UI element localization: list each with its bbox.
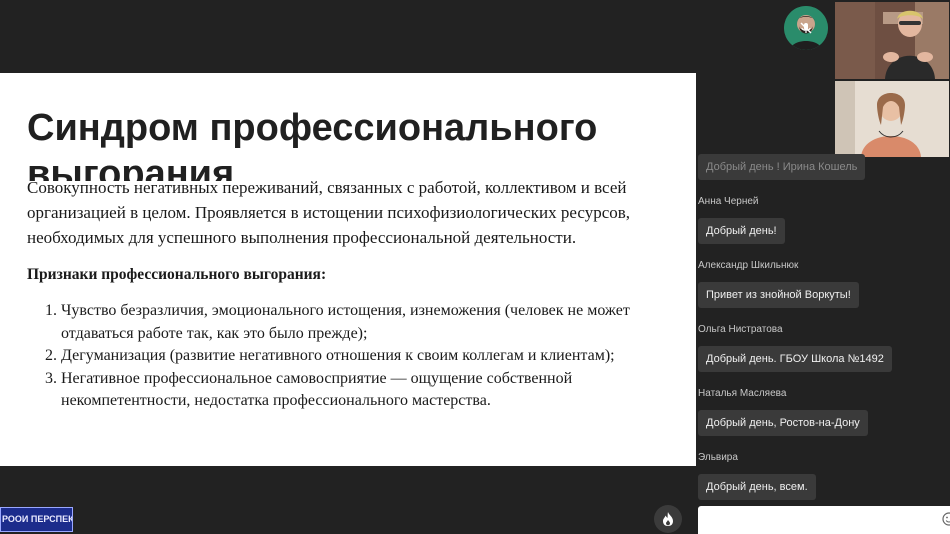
message-sender: Ольга Нистратова (698, 324, 783, 335)
message-sender: Наталья Масляева (698, 388, 787, 399)
message-bubble: Добрый день, Ростов-на-Дону (698, 410, 868, 436)
message-bubble: Добрый день. ГБОУ Школа №1492 (698, 346, 892, 372)
chat-message: Эльвира Добрый день, всем. (698, 452, 816, 500)
chat-message: Добрый день ! Ирина Кошель (698, 154, 866, 180)
signs-list: Чувство безразличия, эмоционального исто… (27, 300, 677, 413)
chat-message-input[interactable] (698, 506, 928, 534)
participant-video-2[interactable] (835, 81, 949, 157)
chat-panel[interactable]: Добрый день ! Ирина Кошель Анна Черней Д… (698, 150, 950, 502)
presentation-slide: Синдром профессионального выгорания Сово… (0, 73, 696, 466)
message-bubble: Добрый день ! Ирина Кошель (698, 154, 866, 180)
message-bubble: Добрый день, всем. (698, 474, 816, 500)
video-frame-1 (835, 2, 949, 79)
sign-item: Негативное профессиональное самовосприят… (61, 368, 677, 413)
chat-input-bar (698, 506, 950, 534)
chat-message: Наталья Масляева Добрый день, Ростов-на-… (698, 388, 868, 436)
slide-paragraph: Совокупность негативных переживаний, свя… (27, 178, 631, 247)
reaction-button[interactable] (654, 505, 682, 533)
chat-message: Ольга Нистратова Добрый день. ГБОУ Школа… (698, 324, 892, 372)
video-frame-2 (835, 81, 949, 157)
participant-video-1[interactable] (835, 2, 949, 79)
message-sender: Анна Черней (698, 196, 759, 207)
message-sender: Александр Шкильнюк (698, 260, 799, 271)
slide-title: Синдром профессионального (27, 107, 598, 149)
muted-mic-icon (800, 22, 812, 34)
chat-message: Анна Черней Добрый день! (698, 196, 785, 244)
message-sender: Эльвира (698, 452, 738, 463)
message-bubble: Привет из знойной Воркуты! (698, 282, 859, 308)
participant-avatar[interactable] (784, 6, 828, 50)
chat-message: Александр Шкильнюк Привет из знойной Вор… (698, 260, 859, 308)
sign-item: Чувство безразличия, эмоционального исто… (61, 300, 677, 345)
message-bubble: Добрый день! (698, 218, 785, 244)
sign-item: Дегуманизация (развитие негативного отно… (61, 345, 677, 368)
slide-body: Совокупность негативных переживаний, свя… (27, 175, 677, 413)
organization-logo: РООИ ПЕРСПЕКТИВА (0, 507, 73, 532)
signs-heading: Признаки профессионального выгорания: (27, 266, 327, 283)
fire-icon (663, 512, 673, 526)
emoji-icon[interactable] (942, 512, 950, 526)
